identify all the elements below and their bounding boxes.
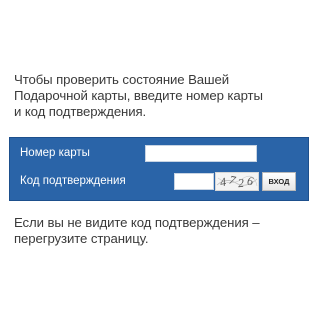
captcha-char-1: 4: [219, 175, 227, 190]
instructions-line-3: и код подтверждения.: [14, 104, 147, 119]
captcha-image: 4 7 2 6: [215, 172, 259, 191]
gift-card-check-form: Номер карты Код подтверждения 4 7 2 6 вх…: [9, 137, 309, 201]
reload-hint-line-1: Если вы не видите код подтверждения –: [14, 215, 260, 230]
confirmation-code-input[interactable]: [174, 173, 214, 190]
reload-hint-line-2: перегрузите страницу.: [14, 231, 149, 246]
instructions-line-1: Чтобы проверить состояние Вашей: [14, 72, 229, 87]
card-number-label: Номер карты: [20, 147, 90, 159]
submit-button[interactable]: вход: [262, 172, 296, 191]
reload-hint-text: Если вы не видите код подтверждения – пе…: [14, 215, 314, 247]
captcha-char-2: 7: [228, 173, 238, 188]
card-number-input[interactable]: [145, 145, 257, 162]
confirmation-code-label: Код подтверждения: [20, 175, 126, 187]
instructions-text: Чтобы проверить состояние Вашей Подарочн…: [14, 72, 314, 120]
instructions-line-2: Подарочной карты, введите номер карты: [14, 88, 263, 103]
captcha-drawing: 4 7 2 6: [216, 173, 258, 190]
captcha-char-4: 6: [246, 174, 254, 189]
